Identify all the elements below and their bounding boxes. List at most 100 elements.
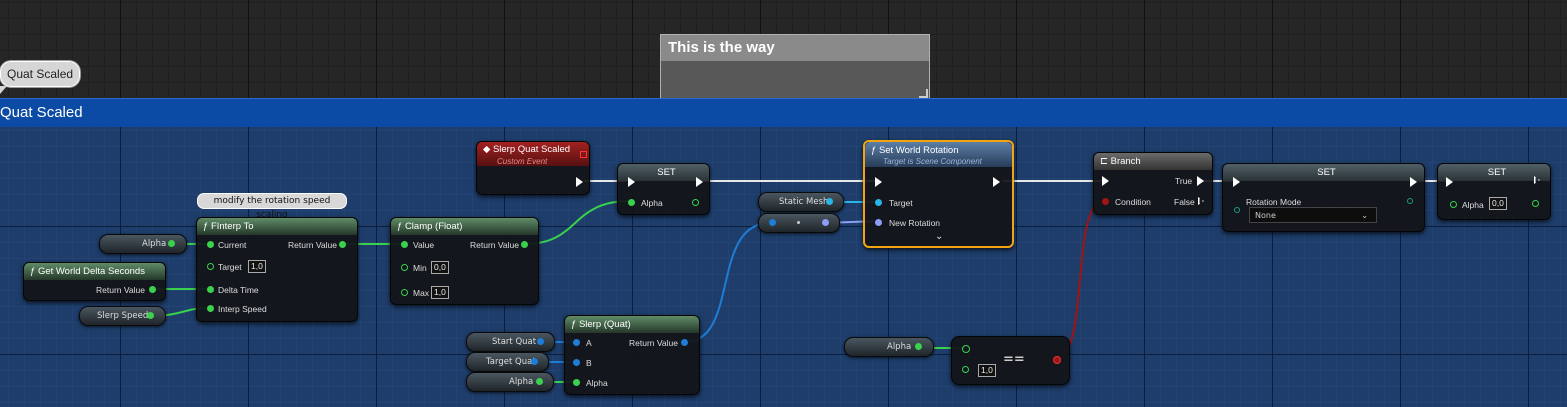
static-mesh-variable-node[interactable]: Static Mesh <box>758 192 844 212</box>
conversion-output-pin[interactable] <box>822 219 829 226</box>
exec-input-pin[interactable] <box>875 177 882 187</box>
slerp-speed-label: Slerp Speed <box>97 311 149 321</box>
max-pin[interactable] <box>401 289 408 296</box>
set-alpha-node[interactable]: SET Alpha <box>617 163 710 215</box>
alpha-output-pin[interactable] <box>915 343 922 350</box>
equal-operator-symbol: == <box>1003 352 1025 367</box>
result-output-pin[interactable] <box>1053 356 1061 364</box>
finterp-to-node[interactable]: ƒ FInterp To Current Target 1,0 Delta Ti… <box>196 217 358 322</box>
return-value-pin[interactable] <box>681 339 688 346</box>
rotation-mode-value: None <box>1255 211 1276 220</box>
alpha-pin[interactable] <box>573 379 580 386</box>
alpha-variable-node[interactable]: Alpha <box>844 337 934 357</box>
node-title: Clamp (Float) <box>404 221 463 232</box>
slerp-quat-scaled-event-node[interactable]: ◆ Slerp Quat Scaled Custom Event <box>476 141 590 195</box>
rotation-mode-dropdown[interactable]: None ⌄ <box>1249 207 1377 223</box>
node-title: SET <box>1438 164 1550 181</box>
clamp-float-node[interactable]: ƒ Clamp (Float) Value Min 0,0 Max 1,0 Re… <box>390 217 539 305</box>
start-quat-output-pin[interactable] <box>537 338 544 345</box>
rotation-mode-output-pin[interactable] <box>1407 198 1413 204</box>
false-exec-pin[interactable] <box>1198 197 1204 205</box>
alpha-variable-node[interactable]: Alpha <box>466 372 554 392</box>
function-icon: ƒ <box>30 266 38 277</box>
return-value-label: Return Value <box>288 240 337 250</box>
exec-output-pin[interactable] <box>576 177 583 187</box>
start-quat-variable-node[interactable]: Start Quat <box>466 332 555 352</box>
slerp-speed-output-pin[interactable] <box>147 312 154 319</box>
return-value-label: Return Value <box>629 338 678 348</box>
node-title: Slerp (Quat) <box>578 319 631 330</box>
alpha-input-pin[interactable] <box>1450 201 1457 208</box>
alpha-output-pin[interactable] <box>536 378 543 385</box>
exec-output-pin[interactable] <box>1410 177 1417 187</box>
branch-node[interactable]: ⊏ Branch True Condition False <box>1093 152 1213 215</box>
target-value-field[interactable]: 1,0 <box>248 260 266 273</box>
target-pin[interactable] <box>207 263 214 270</box>
set-alpha-reset-node[interactable]: SET Alpha 0,0 <box>1437 163 1551 220</box>
condition-pin[interactable] <box>1102 198 1109 205</box>
interp-speed-pin[interactable] <box>207 305 214 312</box>
max-value-field[interactable]: 1,0 <box>431 286 449 299</box>
min-pin[interactable] <box>401 264 408 271</box>
node-title: FInterp To <box>210 221 254 232</box>
return-value-pin[interactable] <box>339 241 346 248</box>
b-input-pin[interactable] <box>962 366 969 373</box>
alpha-variable-node[interactable]: Alpha <box>99 234 187 254</box>
return-value-pin[interactable] <box>521 241 528 248</box>
b-label: B <box>586 358 592 368</box>
get-world-delta-seconds-node[interactable]: ƒ Get World Delta Seconds Return Value <box>23 262 166 301</box>
slerp-quat-node[interactable]: ƒ Slerp (Quat) A B Alpha Return Value <box>564 315 700 395</box>
function-icon: ƒ <box>571 319 579 330</box>
rotation-mode-label: Rotation Mode <box>1246 197 1302 207</box>
exec-input-pin[interactable] <box>1446 177 1453 187</box>
return-value-label: Return Value <box>470 240 519 250</box>
target-quat-variable-node[interactable]: Target Quat <box>466 352 549 372</box>
a-label: A <box>586 338 592 348</box>
new-rotation-pin[interactable] <box>875 219 882 226</box>
target-pin[interactable] <box>875 199 882 206</box>
exec-output-pin[interactable] <box>696 177 703 187</box>
target-quat-output-pin[interactable] <box>531 358 538 365</box>
exec-input-pin[interactable] <box>1102 176 1109 186</box>
min-label: Min <box>413 263 427 273</box>
bool-wire <box>1055 200 1105 359</box>
set-world-rotation-node[interactable]: ƒ Set World Rotation Target is Scene Com… <box>863 140 1014 248</box>
blueprint-graph-canvas[interactable]: This is the way Quat Scaled Quat Scaled <box>0 0 1567 407</box>
b-pin[interactable] <box>573 359 580 366</box>
min-value-field[interactable]: 0,0 <box>431 261 449 274</box>
conversion-dot-icon <box>797 221 800 224</box>
exec-input-pin[interactable] <box>628 177 635 187</box>
alpha-output-pin[interactable] <box>1532 200 1539 207</box>
value-pin[interactable] <box>401 241 408 248</box>
quat-to-rotator-conversion-node[interactable] <box>758 213 840 233</box>
b-value-field[interactable]: 1,0 <box>978 364 996 377</box>
exec-input-pin[interactable] <box>1233 177 1240 187</box>
slerp-speed-variable-node[interactable]: Slerp Speed <box>79 306 166 326</box>
static-mesh-output-pin[interactable] <box>826 198 833 205</box>
function-icon: ƒ <box>203 221 211 232</box>
target-label: Target <box>889 198 913 208</box>
alpha-output-pin[interactable] <box>168 240 175 247</box>
node-title: Branch <box>1110 156 1141 167</box>
conversion-input-pin[interactable] <box>769 219 776 226</box>
alpha-label: Alpha <box>887 342 912 352</box>
a-input-pin[interactable] <box>962 345 970 353</box>
branch-icon: ⊏ <box>1100 156 1111 167</box>
true-exec-pin[interactable] <box>1197 176 1204 186</box>
delegate-pin[interactable] <box>580 151 587 158</box>
return-value-label: Return Value <box>96 285 145 295</box>
alpha-input-pin[interactable] <box>628 199 635 206</box>
node-comment-tooltip[interactable]: modify the rotation speed scaling <box>197 193 347 220</box>
alpha-value-field[interactable]: 0,0 <box>1489 197 1507 210</box>
current-pin[interactable] <box>207 241 214 248</box>
a-pin[interactable] <box>573 339 580 346</box>
delta-time-pin[interactable] <box>207 286 214 293</box>
true-label: True <box>1175 176 1193 186</box>
exec-output-pin[interactable] <box>993 177 1000 187</box>
return-value-pin[interactable] <box>149 286 156 293</box>
value-label: Value <box>413 240 435 250</box>
expand-chevron-icon[interactable]: ⌄ <box>935 231 943 242</box>
function-icon: ƒ <box>397 221 405 232</box>
rotation-mode-input-pin[interactable] <box>1234 207 1240 213</box>
alpha-output-pin[interactable] <box>692 199 699 206</box>
